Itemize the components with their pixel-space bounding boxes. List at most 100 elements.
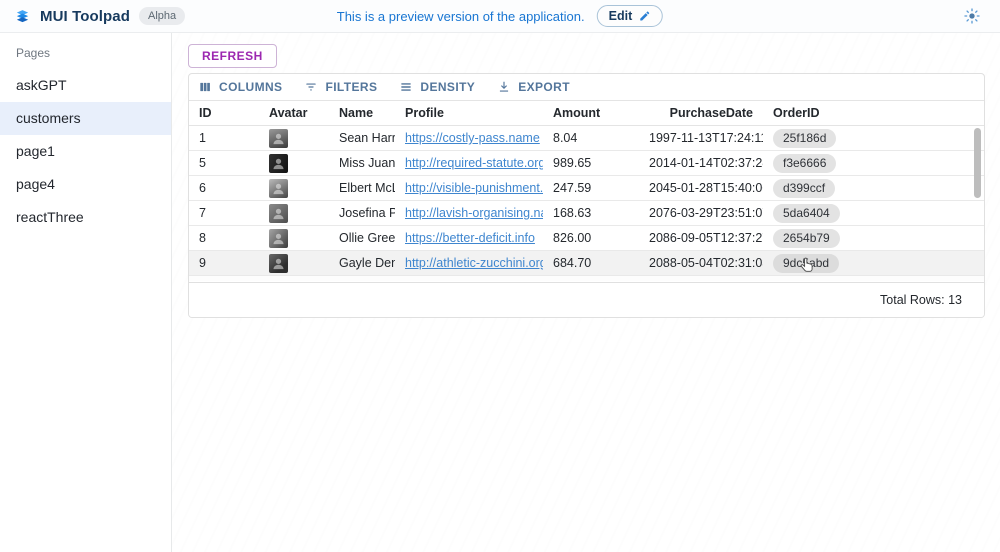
sidebar-item-label: page4	[16, 176, 55, 192]
view-columns-icon	[198, 80, 212, 94]
cell-profile: http://athletic-zucchini.org	[395, 256, 543, 270]
theme-toggle-button[interactable]	[958, 2, 986, 30]
app-title: MUI Toolpad	[40, 8, 130, 25]
cell-amount: 8.04	[543, 131, 639, 145]
export-button[interactable]: EXPORT	[497, 80, 570, 94]
avatar	[269, 254, 288, 273]
cell-purchasedate: 2045-01-28T15:40:06.325Z	[639, 181, 763, 195]
order-id-chip[interactable]: d399ccf	[773, 179, 835, 198]
cell-name: Gayle Den…	[329, 256, 395, 270]
cell-id: 5	[189, 156, 259, 170]
cell-name: Miss Juan …	[329, 156, 395, 170]
profile-link[interactable]: https://costly-pass.name	[405, 131, 540, 145]
order-id-chip[interactable]: 25f186d	[773, 129, 836, 148]
data-grid: COLUMNS FILTERS	[188, 73, 985, 318]
download-icon	[497, 80, 511, 94]
cell-avatar	[259, 154, 329, 173]
cell-amount: 168.63	[543, 206, 639, 220]
table-row[interactable]: 8 Ollie Green… https://better-deficit.in…	[189, 226, 984, 251]
profile-link[interactable]: http://lavish-organising.name	[405, 206, 543, 220]
sidebar-item[interactable]: page4	[0, 168, 171, 201]
edit-button-label: Edit	[609, 9, 633, 23]
cell-purchasedate: 2088-05-04T02:31:03.294Z	[639, 256, 763, 270]
table-row[interactable]: 6 Elbert McL… http://visible-punishment.…	[189, 176, 984, 201]
cell-orderid: 25f186d	[763, 129, 984, 148]
profile-link[interactable]: http://required-statute.org	[405, 156, 543, 170]
cell-amount: 826.00	[543, 231, 639, 245]
cell-id: 8	[189, 231, 259, 245]
order-id-chip[interactable]: 9dc5abd	[773, 254, 839, 273]
grid-footer: Total Rows: 13	[189, 282, 984, 317]
export-button-label: EXPORT	[518, 80, 570, 94]
sidebar-item-label: askGPT	[16, 77, 67, 93]
clipped-row	[189, 276, 984, 281]
grid-scrollbar[interactable]	[974, 127, 981, 281]
order-id-chip[interactable]: 2654b79	[773, 229, 840, 248]
edit-button[interactable]: Edit	[597, 5, 664, 27]
main-content: REFRESH COLUMNS	[172, 33, 1000, 552]
cell-profile: https://costly-pass.name	[395, 131, 543, 145]
cell-orderid: 2654b79	[763, 229, 984, 248]
profile-link[interactable]: http://athletic-zucchini.org	[405, 256, 543, 270]
columns-button[interactable]: COLUMNS	[198, 80, 282, 94]
density-button[interactable]: DENSITY	[399, 80, 475, 94]
column-header-profile[interactable]: Profile	[395, 106, 543, 120]
avatar	[269, 229, 288, 248]
table-row[interactable]: 7 Josefina P… http://lavish-organising.n…	[189, 201, 984, 226]
cell-avatar	[259, 179, 329, 198]
cell-amount: 247.59	[543, 181, 639, 195]
cell-purchasedate: 2086-09-05T12:37:27.015Z	[639, 231, 763, 245]
brand: MUI Toolpad Alpha	[14, 7, 185, 25]
grid-scrollbar-thumb[interactable]	[974, 128, 981, 198]
sidebar-item[interactable]: page1	[0, 135, 171, 168]
column-header-purchasedate[interactable]: PurchaseDate	[639, 106, 763, 120]
cell-profile: http://visible-punishment.net	[395, 181, 543, 195]
column-header-id[interactable]: ID	[189, 106, 259, 120]
light-mode-sun-icon	[964, 8, 980, 24]
pencil-icon	[639, 10, 651, 22]
sidebar: Pages askGPT customers page1 page4	[0, 33, 172, 552]
column-header-amount[interactable]: Amount	[543, 106, 639, 120]
cell-profile: https://better-deficit.info	[395, 231, 543, 245]
cell-avatar	[259, 204, 329, 223]
alpha-badge: Alpha	[139, 7, 185, 25]
column-header-avatar[interactable]: Avatar	[259, 106, 329, 120]
total-rows-label: Total Rows: 13	[880, 293, 962, 307]
order-id-chip[interactable]: f3e6666	[773, 154, 836, 173]
profile-link[interactable]: http://visible-punishment.net	[405, 181, 543, 195]
filter-list-icon	[304, 80, 318, 94]
cell-avatar	[259, 254, 329, 273]
cell-profile: http://lavish-organising.name	[395, 206, 543, 220]
grid-body: 1 Sean Harris https://costly-pass.name	[189, 126, 984, 276]
cell-purchasedate: 2014-01-14T02:37:28.536Z	[639, 156, 763, 170]
table-row[interactable]: 9 Gayle Den… http://athletic-zucchini.or…	[189, 251, 984, 276]
avatar	[269, 204, 288, 223]
cell-orderid: 9dc5abd	[763, 254, 984, 273]
profile-link[interactable]: https://better-deficit.info	[405, 231, 535, 245]
table-row[interactable]: 5 Miss Juan … http://required-statute.or…	[189, 151, 984, 176]
sidebar-item-label: page1	[16, 143, 55, 159]
column-header-orderid[interactable]: OrderID	[763, 106, 984, 120]
cell-amount: 684.70	[543, 256, 639, 270]
refresh-button[interactable]: REFRESH	[188, 44, 277, 68]
cell-id: 1	[189, 131, 259, 145]
density-lines-icon	[399, 80, 413, 94]
order-id-chip[interactable]: 5da6404	[773, 204, 840, 223]
cell-amount: 989.65	[543, 156, 639, 170]
preview-banner-text: This is a preview version of the applica…	[337, 9, 585, 24]
sidebar-item[interactable]: reactThree	[0, 201, 171, 234]
grid-header-row: ID Avatar Name Profile Amount PurchaseDa…	[189, 100, 984, 126]
cell-id: 6	[189, 181, 259, 195]
sidebar-item[interactable]: customers	[0, 102, 171, 135]
filters-button[interactable]: FILTERS	[304, 80, 377, 94]
table-row[interactable]: 1 Sean Harris https://costly-pass.name	[189, 126, 984, 151]
density-button-label: DENSITY	[420, 80, 475, 94]
cell-purchasedate: 1997-11-13T17:24:11.769Z	[639, 131, 763, 145]
cell-name: Sean Harris	[329, 131, 395, 145]
filters-button-label: FILTERS	[325, 80, 377, 94]
cell-orderid: d399ccf	[763, 179, 984, 198]
sidebar-nav-list: askGPT customers page1 page4 reactThree	[0, 69, 171, 234]
app-bar: MUI Toolpad Alpha This is a preview vers…	[0, 0, 1000, 33]
sidebar-item[interactable]: askGPT	[0, 69, 171, 102]
column-header-name[interactable]: Name	[329, 106, 395, 120]
